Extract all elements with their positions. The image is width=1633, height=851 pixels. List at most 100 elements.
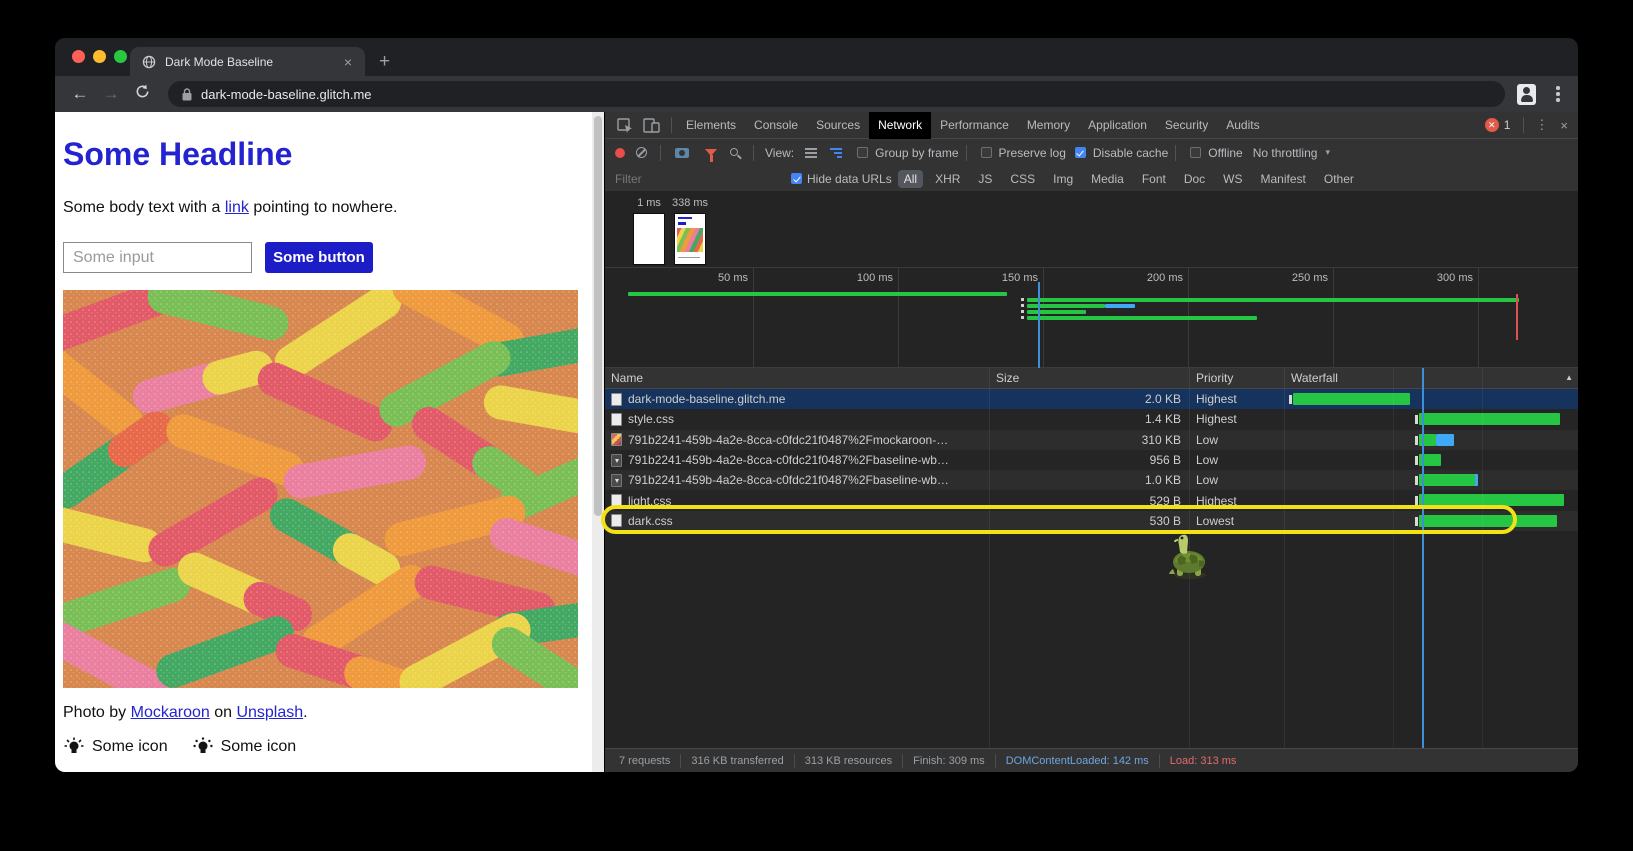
column-name[interactable]: Name bbox=[605, 368, 989, 388]
clear-button[interactable] bbox=[636, 147, 647, 158]
reload-button[interactable] bbox=[129, 84, 155, 104]
zoom-window-button[interactable] bbox=[114, 50, 127, 63]
table-row[interactable]: dark-mode-baseline.glitch.me 2.0 KB High… bbox=[605, 389, 1578, 409]
tab-console[interactable]: Console bbox=[745, 112, 807, 139]
new-tab-button[interactable]: + bbox=[379, 52, 390, 71]
filter-type-js[interactable]: JS bbox=[972, 170, 998, 188]
overview-icon[interactable] bbox=[830, 148, 842, 158]
tab-elements[interactable]: Elements bbox=[677, 112, 745, 139]
page-scrollbar[interactable] bbox=[592, 112, 604, 772]
browser-tab[interactable]: Dark Mode Baseline × bbox=[130, 47, 365, 76]
overview-bar bbox=[1027, 316, 1257, 320]
filmstrip: 1 ms 338 ms bbox=[605, 191, 1578, 268]
devtools-menu-icon[interactable]: ⋮ bbox=[1529, 117, 1554, 133]
table-row[interactable]: 791b2241-459b-4a2e-8cca-c0fdc21f0487%2Fb… bbox=[605, 470, 1578, 490]
table-row[interactable]: 791b2241-459b-4a2e-8cca-c0fdc21f0487%2Fb… bbox=[605, 450, 1578, 470]
filter-type-all[interactable]: All bbox=[898, 170, 923, 188]
some-input-field[interactable] bbox=[63, 242, 252, 273]
body-link[interactable]: link bbox=[225, 199, 249, 216]
error-count[interactable]: 1 bbox=[1504, 118, 1511, 132]
table-row-dark-css[interactable]: dark.css 530 B Lowest bbox=[605, 511, 1578, 531]
globe-favicon bbox=[142, 55, 156, 69]
waterfall-bar bbox=[1419, 515, 1557, 527]
filter-type-manifest[interactable]: Manifest bbox=[1255, 170, 1312, 188]
filmstrip-thumbnail-blank[interactable] bbox=[633, 213, 665, 265]
devtools-close-icon[interactable]: × bbox=[1554, 118, 1574, 133]
request-size: 956 B bbox=[989, 450, 1189, 470]
tab-title: Dark Mode Baseline bbox=[165, 55, 341, 69]
table-row[interactable]: 791b2241-459b-4a2e-8cca-c0fdc21f0487%2Fm… bbox=[605, 430, 1578, 450]
hide-data-urls-checkbox[interactable] bbox=[791, 173, 802, 184]
filter-type-css[interactable]: CSS bbox=[1004, 170, 1041, 188]
offline-label[interactable]: Offline bbox=[1208, 146, 1242, 160]
waterfall-bar-download bbox=[1475, 474, 1478, 486]
close-window-button[interactable] bbox=[72, 50, 85, 63]
back-button[interactable]: ← bbox=[67, 84, 93, 104]
request-priority: Low bbox=[1189, 470, 1284, 490]
tab-network[interactable]: Network bbox=[869, 112, 931, 139]
device-toolbar-icon[interactable] bbox=[643, 118, 660, 133]
large-rows-icon[interactable] bbox=[805, 148, 817, 158]
request-name: light.css bbox=[628, 494, 671, 508]
search-icon[interactable] bbox=[730, 148, 738, 156]
column-waterfall[interactable]: Waterfall▲ bbox=[1284, 368, 1578, 388]
sort-arrow-icon[interactable]: ▲ bbox=[1565, 373, 1573, 382]
table-empty-area bbox=[605, 531, 1578, 748]
group-by-frame-checkbox[interactable] bbox=[857, 147, 868, 158]
window-content: Some Headline Some body text with a link… bbox=[55, 112, 1578, 772]
table-row[interactable]: style.css 1.4 KB Highest bbox=[605, 409, 1578, 429]
waterfall-bar-download bbox=[1436, 434, 1454, 446]
filter-type-doc[interactable]: Doc bbox=[1178, 170, 1211, 188]
table-row[interactable]: light.css 529 B Highest bbox=[605, 490, 1578, 510]
column-priority[interactable]: Priority bbox=[1189, 368, 1284, 388]
scrollbar-thumb[interactable] bbox=[594, 116, 602, 516]
tab-performance[interactable]: Performance bbox=[931, 112, 1018, 139]
throttling-dropdown[interactable]: No throttling bbox=[1253, 146, 1318, 160]
error-badge-icon[interactable]: ✕ bbox=[1485, 118, 1499, 132]
disable-cache-label[interactable]: Disable cache bbox=[1093, 146, 1168, 160]
tab-sources[interactable]: Sources bbox=[807, 112, 869, 139]
tab-security[interactable]: Security bbox=[1156, 112, 1217, 139]
devtools-tabbar: Elements Console Sources Network Perform… bbox=[605, 112, 1578, 139]
icon-label: Some icon bbox=[221, 738, 297, 756]
filter-type-font[interactable]: Font bbox=[1136, 170, 1172, 188]
inspect-icon[interactable] bbox=[617, 118, 633, 133]
filter-icon[interactable] bbox=[705, 149, 717, 156]
network-overview[interactable]: 50 ms 100 ms 150 ms 200 ms 250 ms 300 ms bbox=[605, 268, 1578, 368]
minimize-window-button[interactable] bbox=[93, 50, 106, 63]
mockaroon-link[interactable]: Mockaroon bbox=[131, 704, 210, 721]
unsplash-link[interactable]: Unsplash bbox=[236, 704, 303, 721]
filter-type-xhr[interactable]: XHR bbox=[929, 170, 966, 188]
ruler-tick: 300 ms bbox=[1437, 272, 1473, 284]
group-by-frame-label[interactable]: Group by frame bbox=[875, 146, 958, 160]
filter-type-img[interactable]: Img bbox=[1047, 170, 1079, 188]
capture-screenshots-icon[interactable] bbox=[675, 148, 689, 158]
request-size: 1.0 KB bbox=[989, 470, 1189, 490]
filter-type-other[interactable]: Other bbox=[1318, 170, 1360, 188]
preserve-log-label[interactable]: Preserve log bbox=[999, 146, 1066, 160]
stylesheet-icon bbox=[611, 413, 622, 426]
offline-checkbox[interactable] bbox=[1190, 147, 1201, 158]
icons-row: Some icon Some icon bbox=[63, 737, 592, 757]
some-button[interactable]: Some button bbox=[265, 242, 373, 273]
summary-load: Load: 313 ms bbox=[1160, 754, 1247, 768]
hide-data-urls-label[interactable]: Hide data URLs bbox=[807, 172, 892, 186]
column-size[interactable]: Size bbox=[989, 368, 1189, 388]
forward-button[interactable]: → bbox=[98, 84, 124, 104]
disable-cache-checkbox[interactable] bbox=[1075, 147, 1086, 158]
tab-audits[interactable]: Audits bbox=[1217, 112, 1268, 139]
preserve-log-checkbox[interactable] bbox=[981, 147, 992, 158]
filter-type-media[interactable]: Media bbox=[1085, 170, 1130, 188]
address-bar[interactable]: dark-mode-baseline.glitch.me bbox=[168, 81, 1505, 107]
tab-memory[interactable]: Memory bbox=[1018, 112, 1079, 139]
record-button[interactable] bbox=[615, 148, 625, 158]
url-text: dark-mode-baseline.glitch.me bbox=[201, 87, 372, 102]
browser-menu-icon[interactable] bbox=[1556, 86, 1560, 102]
ruler-tick: 100 ms bbox=[857, 272, 893, 284]
profile-avatar-icon[interactable] bbox=[1517, 84, 1536, 105]
filmstrip-thumbnail-page[interactable] bbox=[674, 213, 706, 265]
tab-application[interactable]: Application bbox=[1079, 112, 1156, 139]
filter-input[interactable] bbox=[615, 172, 765, 186]
tab-close-icon[interactable]: × bbox=[341, 54, 355, 70]
filter-type-ws[interactable]: WS bbox=[1217, 170, 1248, 188]
